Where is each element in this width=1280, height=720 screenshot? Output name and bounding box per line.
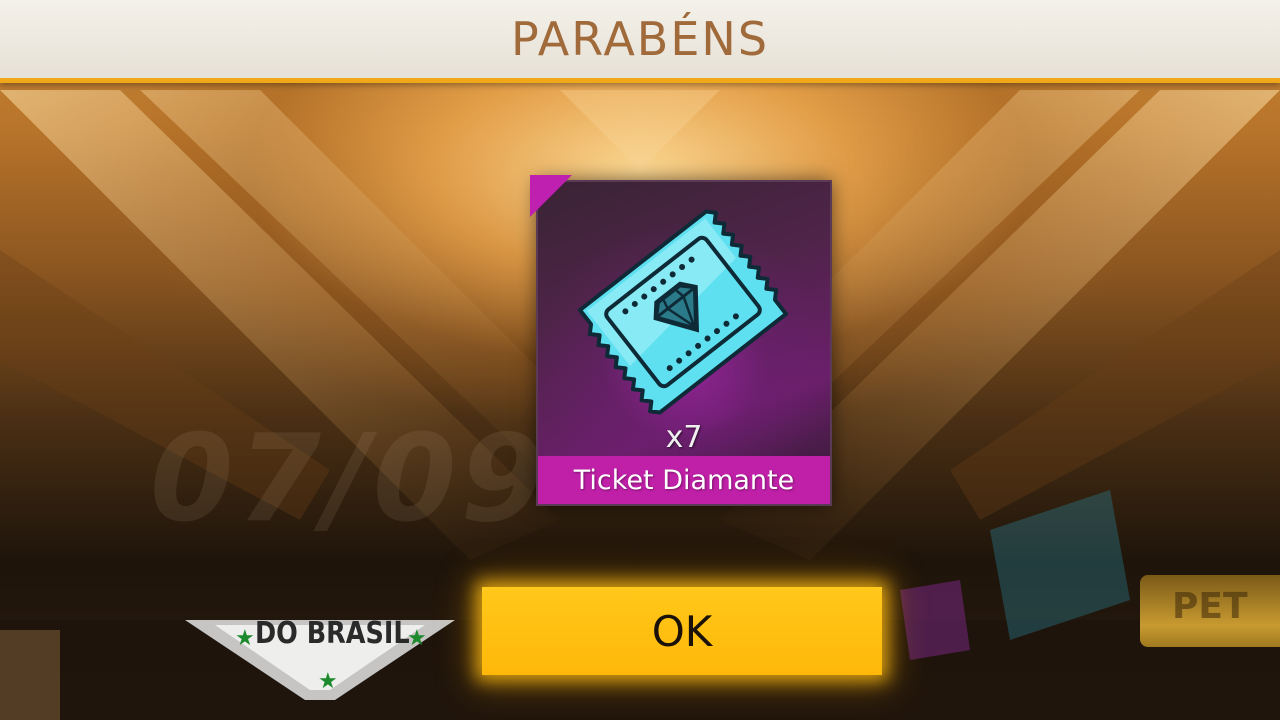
item-name-band: Ticket Diamante	[538, 456, 830, 504]
svg-text:★: ★	[407, 626, 427, 651]
page-title: PARABÉNS	[510, 12, 770, 66]
reward-screen: 07/09 ★ ★ ★ DO BRASIL PET PARABÉNS x7 Ti…	[0, 0, 1280, 720]
reward-item-name: Ticket Diamante	[573, 464, 795, 496]
background-banner-text: DO BRASIL	[255, 616, 410, 651]
svg-text:★: ★	[318, 669, 338, 694]
reward-card: x7 Ticket Diamante	[530, 175, 832, 506]
ok-button-label: OK	[651, 606, 713, 656]
svg-text:★: ★	[235, 626, 255, 651]
ok-button[interactable]: OK	[482, 587, 882, 675]
reward-quantity: x7	[665, 420, 703, 455]
background-date-text: 07/09	[150, 410, 548, 549]
background-pet-text: PET	[1172, 586, 1248, 627]
header-bar: PARABÉNS	[0, 0, 1280, 83]
diamond-ticket-icon	[577, 209, 789, 415]
